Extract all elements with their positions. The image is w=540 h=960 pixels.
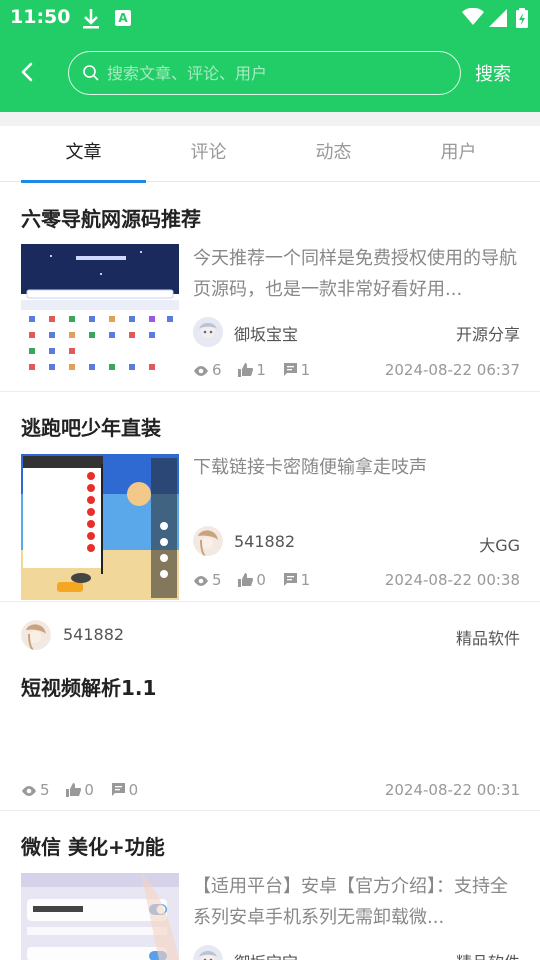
download-icon [83, 9, 99, 29]
thumbs-up-icon [238, 363, 254, 377]
tab-users[interactable]: 用户 [396, 126, 521, 182]
eye-icon [194, 576, 208, 586]
eye-icon [194, 366, 208, 376]
post-stats: 5 0 0 [21, 781, 150, 799]
eye-icon [22, 786, 36, 796]
post-date: 2024-08-22 00:38 [384, 571, 520, 589]
post-author[interactable]: 541882 [63, 625, 124, 644]
app-header: 11:50 A 搜索 [0, 0, 540, 112]
post-title[interactable]: 短视频解析1.1 [21, 672, 156, 701]
comments-stat[interactable]: 0 [111, 781, 138, 799]
search-input[interactable] [107, 60, 447, 86]
views-stat: 6 [193, 361, 222, 379]
status-time: 11:50 [10, 6, 71, 28]
post-card[interactable]: 微信 美化+功能 【适用平台】安卓【官方介绍】：支持全系列安卓手机系列无需卸载微… [0, 811, 540, 960]
search-box[interactable] [68, 51, 461, 95]
comments-stat[interactable]: 1 [283, 571, 310, 589]
search-icon [83, 65, 99, 81]
thumbs-up-icon [66, 783, 82, 797]
avatar[interactable] [193, 317, 223, 347]
post-category[interactable]: 大GG [479, 532, 520, 556]
post-title[interactable]: 六零导航网源码推荐 [21, 203, 201, 232]
avatar[interactable] [193, 526, 223, 556]
post-thumbnail[interactable] [21, 244, 179, 377]
comment-icon [283, 363, 297, 376]
post-thumbnail[interactable] [21, 454, 179, 600]
tab-activity[interactable]: 动态 [271, 126, 396, 182]
app-notification-icon: A [115, 10, 131, 26]
post-title[interactable]: 逃跑吧少年直装 [21, 412, 161, 441]
views-stat: 5 [193, 571, 222, 589]
post-date: 2024-08-22 00:31 [384, 781, 520, 799]
post-category[interactable]: 开源分享 [456, 321, 520, 345]
post-author[interactable]: 御坂宝宝 [234, 321, 298, 345]
avatar[interactable] [21, 620, 51, 650]
wifi-icon [462, 8, 484, 25]
post-thumbnail[interactable] [21, 873, 179, 960]
post-author[interactable]: 御坂宝宝 [234, 949, 298, 960]
likes-stat[interactable]: 0 [238, 571, 266, 589]
header-gap [0, 112, 540, 126]
signal-icon [489, 9, 507, 27]
post-card[interactable]: 541882 精品软件 短视频解析1.1 5 0 0 2024-08-22 00… [0, 602, 540, 811]
post-category[interactable]: 精品软件 [456, 625, 520, 649]
search-button[interactable]: 搜索 [475, 60, 511, 86]
post-stats: 5 0 1 [193, 571, 322, 589]
avatar[interactable] [193, 945, 223, 960]
post-stats: 6 1 1 [193, 361, 322, 379]
views-stat: 5 [21, 781, 50, 799]
tab-bar: 文章 评论 动态 用户 [0, 126, 540, 182]
back-button[interactable] [14, 58, 42, 86]
post-title[interactable]: 微信 美化+功能 [21, 831, 165, 860]
post-card[interactable]: 逃跑吧少年直装 下载链接卡密随便输拿走吱声 541882 大GG 5 0 1 2… [0, 392, 540, 602]
tab-comments[interactable]: 评论 [146, 126, 271, 182]
post-card[interactable]: 六零导航网源码推荐 今天推荐一个同样是免费授权使用的导航页源码，也是一款非常好看… [0, 183, 540, 392]
likes-stat[interactable]: 1 [238, 361, 266, 379]
comments-stat[interactable]: 1 [283, 361, 310, 379]
post-author[interactable]: 541882 [234, 532, 295, 551]
post-excerpt: 今天推荐一个同样是免费授权使用的导航页源码，也是一款非常好看好用... [193, 248, 517, 300]
post-date: 2024-08-22 06:37 [384, 361, 520, 379]
comment-icon [283, 573, 297, 586]
tab-articles[interactable]: 文章 [21, 126, 146, 182]
status-bar: 11:50 A [0, 0, 540, 36]
post-excerpt: 下载链接卡密随便输拿走吱声 [193, 457, 427, 478]
post-excerpt: 【适用平台】安卓【官方介绍】：支持全系列安卓手机系列无需卸载微... [193, 876, 508, 928]
likes-stat[interactable]: 0 [66, 781, 94, 799]
battery-icon [516, 8, 528, 28]
post-category[interactable]: 精品软件 [456, 949, 520, 960]
thumbs-up-icon [238, 573, 254, 587]
comment-icon [111, 783, 125, 796]
